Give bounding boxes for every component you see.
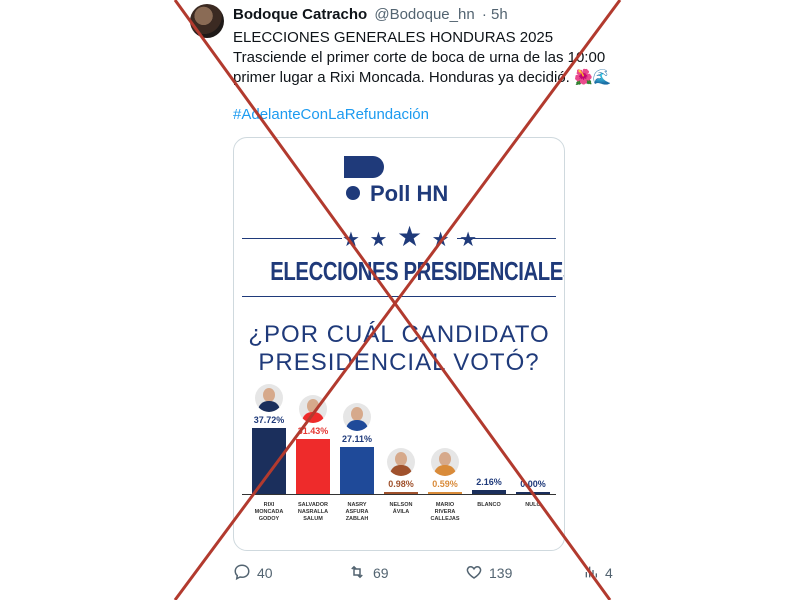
retweet-button[interactable]: 69	[347, 563, 389, 581]
candidate-name: MARIO RIVERA CALLEJAS	[421, 502, 469, 523]
author-name[interactable]: Bodoque Catracho	[233, 6, 367, 23]
chart-value-label: 2.16%	[476, 477, 502, 488]
views-count: 4	[605, 565, 613, 581]
candidate-name: NULO	[509, 502, 557, 509]
candidate-name-line: MONCADA	[254, 509, 284, 515]
candidate-name-line: BLANCO	[477, 502, 501, 508]
chart-bar	[384, 492, 418, 494]
candidate-name-line: CALLEJAS	[430, 516, 460, 522]
chart-value-label: 31.43%	[297, 425, 329, 436]
heart-icon	[466, 565, 482, 579]
candidate-photo-head	[307, 398, 319, 413]
candidate-photo-head	[439, 452, 451, 466]
retweet-icon	[351, 565, 363, 579]
author-handle[interactable]: @Bodoque_hn	[374, 6, 474, 23]
candidate-name-line: NASRALLA	[297, 509, 329, 515]
candidate-name: NASRY ASFURA ZABLAH	[333, 502, 381, 523]
tweet-line: ELECCIONES GENERALES HONDURAS 2025	[233, 29, 554, 46]
candidate-name-line: RIXI	[263, 502, 275, 508]
chart-bar	[516, 492, 550, 494]
candidate-photo	[387, 448, 415, 476]
views-icon	[585, 566, 597, 578]
candidate-photo-suit	[390, 465, 412, 476]
candidate-name-line: RIVERA	[434, 509, 456, 515]
candidate-name: BLANCO	[465, 502, 513, 509]
media-image[interactable]: Poll HN ★ ★ ★ ★ ★ ELECCIONES PRESIDENCIA…	[233, 137, 565, 551]
chart-value-label: 0.00%	[520, 479, 546, 489]
results-bar-chart: 37.72% RIXI MONCADA GODOY 31.43% SALVADOR NASR…	[234, 378, 564, 550]
candidate-name-line: NELSON	[389, 502, 413, 508]
star-icon: ★ ★	[431, 229, 480, 251]
chart-bar	[340, 446, 374, 494]
tweet-time[interactable]: · 5h	[482, 6, 508, 23]
star-icon: ★	[396, 221, 425, 252]
tweet-line: Trasciende el primer corte de boca de ur…	[233, 49, 606, 66]
candidate-photo-suit	[258, 400, 280, 412]
candidate-name-line: SALUM	[303, 516, 323, 522]
card-question: ¿POR CUÁL CANDIDATO PRESIDENCIAL VOTÓ?	[234, 321, 564, 377]
tweet-text: ELECCIONES GENERALES HONDURAS 2025 Trasc…	[233, 28, 611, 88]
chart-bar	[252, 427, 286, 494]
chart-bar	[472, 490, 506, 494]
retweet-count: 69	[373, 565, 389, 581]
candidate-name-line: NASRY	[347, 502, 367, 508]
candidate-name-line: SALVADOR	[297, 502, 329, 508]
chart-value-label: 37.72%	[253, 414, 285, 425]
stars-icon: ★ ★ ★ ★ ★	[342, 220, 477, 253]
candidate-name: RIXI MONCADA GODOY	[245, 502, 293, 523]
chart-bar	[296, 438, 330, 494]
chart-value-label: 0.59%	[432, 479, 458, 489]
stars-divider: ★ ★ ★ ★ ★	[242, 221, 556, 252]
reply-icon	[234, 564, 250, 581]
chart-baseline	[242, 494, 556, 495]
like-button[interactable]: 139	[465, 563, 512, 581]
views-button[interactable]: 4	[583, 563, 613, 581]
candidate-name-line: NULO	[525, 502, 541, 508]
candidate-photo	[431, 448, 459, 476]
candidate-photo-head	[395, 452, 407, 466]
chart-bar	[428, 492, 462, 494]
hashtag-link[interactable]: #AdelanteConLaRefundación	[233, 106, 429, 123]
candidate-name-line: GODOY	[258, 516, 280, 522]
tweet-header: Bodoque Catracho @Bodoque_hn · 5h	[233, 6, 508, 23]
divider-line	[242, 296, 556, 297]
candidate-photo-suit	[346, 419, 368, 431]
candidate-photo-suit	[434, 465, 456, 476]
reply-button[interactable]: 40	[233, 563, 273, 581]
logo-mark-icon	[344, 156, 384, 178]
divider-line	[242, 238, 342, 239]
candidate-photo-head	[351, 406, 363, 421]
candidate-name-line: ASFURA	[345, 509, 369, 515]
divider-line	[457, 238, 556, 239]
reply-count: 40	[257, 565, 273, 581]
question-line: ¿POR CUÁL CANDIDATO	[248, 321, 550, 348]
like-count: 139	[489, 565, 513, 581]
poll-logo: Poll HN	[234, 156, 564, 206]
candidate-photo	[343, 402, 371, 431]
logo-text: Poll HN	[370, 181, 449, 206]
chart-value-label: 27.11%	[341, 433, 373, 444]
candidate-photo	[299, 394, 327, 423]
candidate-photo-head	[263, 387, 275, 402]
card-title: ELECCIONES PRESIDENCIALES HN	[270, 256, 565, 286]
chart-value-label: 0.98%	[388, 479, 414, 489]
tweet-line: primer lugar a Rixi Moncada. Honduras ya…	[233, 69, 611, 86]
star-icon: ★ ★	[342, 229, 390, 251]
candidate-photo	[255, 383, 283, 412]
question-line: PRESIDENCIAL VOTÓ?	[258, 349, 540, 376]
candidate-name-line: ÁVILA	[392, 509, 410, 515]
author-avatar[interactable]	[190, 4, 224, 38]
candidate-name: SALVADOR NASRALLA SALUM	[289, 502, 337, 523]
candidate-name-line: MARIO	[435, 502, 455, 508]
logo-dot-icon	[346, 186, 360, 200]
candidate-name-line: ZABLAH	[345, 516, 369, 522]
candidate-photo-suit	[302, 411, 324, 423]
candidate-name: NELSON ÁVILA	[377, 502, 425, 516]
